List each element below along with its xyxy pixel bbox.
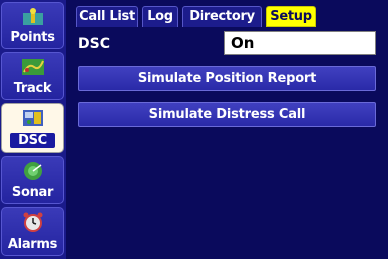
sidebar-item-points[interactable]: Points [1,2,64,49]
main-panel: Call List Log Directory Setup DSC On Sim… [68,0,388,259]
dsc-setting-label: DSC [78,36,110,52]
dsc-setting-field[interactable]: On [224,31,376,55]
track-icon [21,57,45,77]
sidebar-item-dsc[interactable]: DSC [1,103,64,153]
points-icon [21,7,45,27]
sidebar-item-label: Track [13,81,52,96]
sidebar-item-label: DSC [10,133,55,148]
sidebar-item-label: Points [10,30,55,45]
tab-bar: Call List Log Directory Setup [68,0,388,27]
tab-log[interactable]: Log [142,6,178,27]
tab-directory[interactable]: Directory [182,6,262,27]
sidebar-item-sonar[interactable]: Sonar [1,156,64,204]
sonar-icon [21,161,45,181]
tab-setup[interactable]: Setup [266,6,316,27]
alarm-clock-icon [21,212,45,232]
sidebar-item-track[interactable]: Track [1,52,64,100]
sidebar: Points Track DSC Sonar Alarms [0,0,66,259]
simulate-distress-call-button[interactable]: Simulate Distress Call [78,102,376,127]
sidebar-item-label: Sonar [11,185,54,200]
sidebar-item-label: Alarms [7,237,58,252]
simulate-position-report-button[interactable]: Simulate Position Report [78,66,376,91]
tab-call-list[interactable]: Call List [76,6,138,27]
sidebar-item-alarms[interactable]: Alarms [1,207,64,256]
dsc-icon [21,108,45,128]
